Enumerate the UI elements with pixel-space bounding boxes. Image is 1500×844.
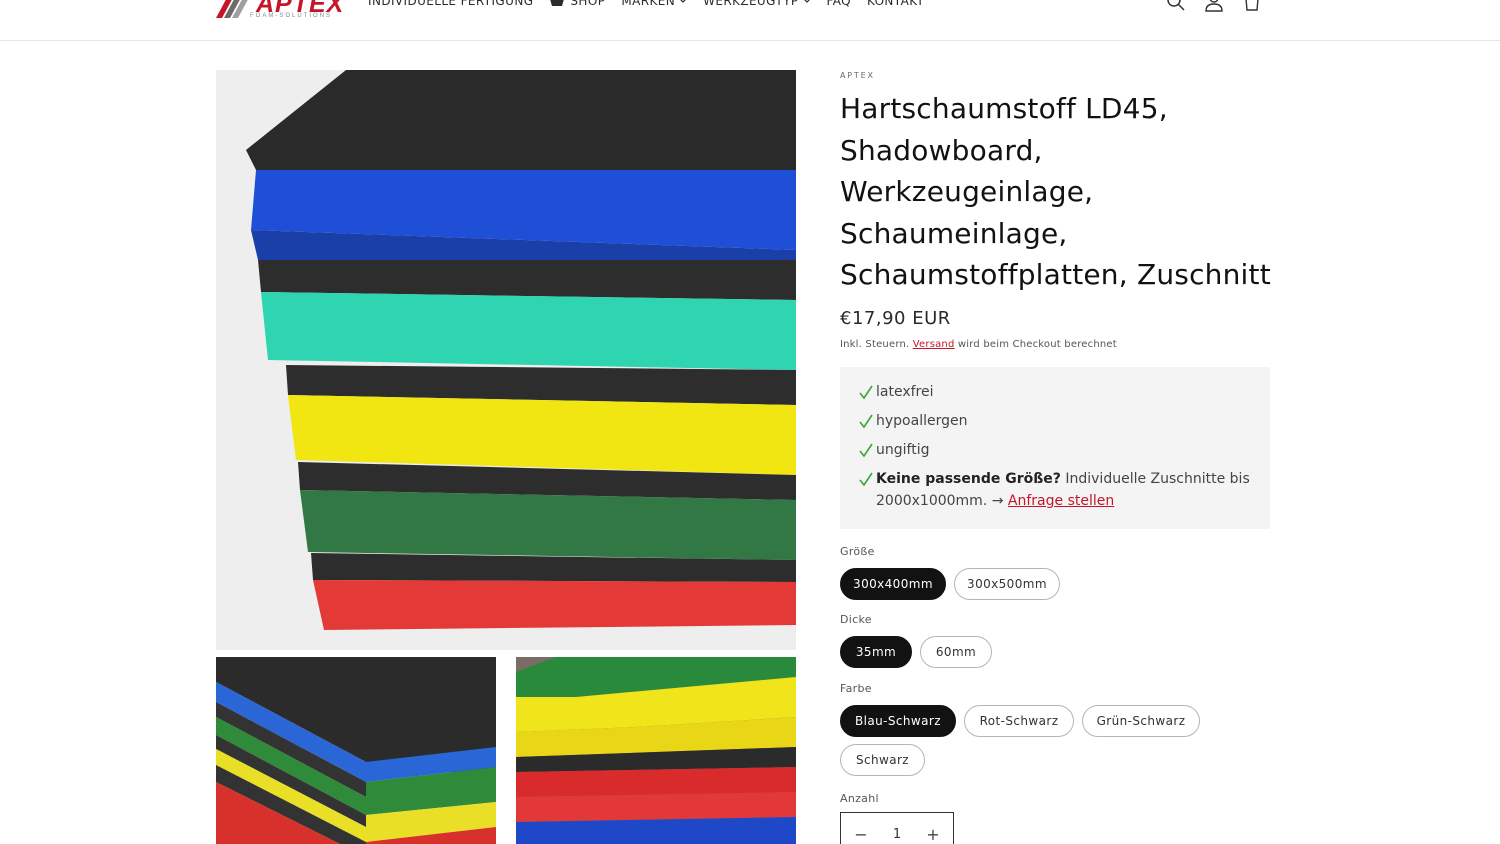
feature-box: latexfrei hypoallergen ungiftig Keine pa… xyxy=(840,367,1270,529)
site-header: APTEX FOAM-SOLUTIONS INDIVIDUELLE FERTIG… xyxy=(0,0,1500,41)
feature-text: latexfrei xyxy=(876,384,934,400)
nav-individuelle-fertigung[interactable]: INDIVIDUELLE FERTIGUNG xyxy=(368,0,533,8)
nav-faq[interactable]: FAQ xyxy=(827,0,851,8)
size-label: Größe xyxy=(840,545,875,558)
product-price: €17,90 EUR xyxy=(840,307,951,329)
color-option-blau-schwarz[interactable]: Blau-Schwarz xyxy=(840,705,956,737)
checkmark-icon xyxy=(859,385,873,400)
feature-item: hypoallergen xyxy=(856,410,1254,432)
nav-label: FAQ xyxy=(826,0,851,8)
product-title: Hartschaumstoff LD45, Shadowboard, Werkz… xyxy=(840,92,1271,291)
color-option-rot-schwarz[interactable]: Rot-Schwarz xyxy=(964,705,1074,737)
size-option-300x500[interactable]: 300x500mm xyxy=(954,568,1060,600)
product-thumbnail[interactable] xyxy=(516,657,796,844)
feature-bold: Keine passende Größe? xyxy=(876,471,1061,487)
quantity-stepper: − 1 + xyxy=(840,812,954,844)
header-icons xyxy=(1164,0,1278,12)
chevron-down-icon xyxy=(803,0,810,3)
tax-prefix: Inkl. Steuern. xyxy=(840,338,913,350)
color-label: Farbe xyxy=(840,682,872,695)
nav-kontakt[interactable]: KONTAKT xyxy=(867,0,924,8)
color-option-gruen-schwarz[interactable]: Grün-Schwarz xyxy=(1082,705,1200,737)
nav-werkzeugtyp[interactable]: WERKZEUGTYP xyxy=(703,0,810,8)
quantity-decrease-button[interactable]: − xyxy=(853,825,869,844)
tax-suffix: wird beim Checkout berechnet xyxy=(954,338,1117,350)
shipping-link[interactable]: Versand xyxy=(913,339,955,350)
search-icon[interactable] xyxy=(1164,0,1188,12)
product-thumbnail[interactable] xyxy=(216,657,496,844)
feature-item: latexfrei xyxy=(856,381,1254,403)
main-nav: INDIVIDUELLE FERTIGUNG SHOP MARKEN WERKZ… xyxy=(368,0,940,8)
nav-label: MARKEN xyxy=(621,0,676,8)
feature-text: Keine passende Größe? Individuelle Zusch… xyxy=(876,468,1254,512)
nav-label: KONTAKT xyxy=(866,0,925,8)
nav-label: WERKZEUGTYP xyxy=(703,0,799,8)
color-option-schwarz[interactable]: Schwarz xyxy=(840,744,925,776)
feature-item: ungiftig xyxy=(856,439,1254,461)
nav-marken[interactable]: MARKEN xyxy=(621,0,687,8)
chevron-down-icon xyxy=(680,0,686,3)
quantity-input[interactable]: 1 xyxy=(893,827,901,842)
tax-note: Inkl. Steuern. Versand wird beim Checkou… xyxy=(840,339,1272,350)
basket-icon xyxy=(550,0,565,6)
product-info: APTEX Hartschaumstoff LD45, Shadowboard,… xyxy=(840,70,1272,350)
checkmark-icon xyxy=(859,443,873,458)
thickness-label: Dicke xyxy=(840,613,872,626)
nav-label: SHOP xyxy=(570,0,606,8)
feature-text: hypoallergen xyxy=(876,413,968,429)
size-option-300x400[interactable]: 300x400mm xyxy=(840,568,946,600)
feature-item-custom-size: Keine passende Größe? Individuelle Zusch… xyxy=(856,468,1254,512)
checkmark-icon xyxy=(859,472,873,487)
product-main-image[interactable] xyxy=(216,70,796,650)
request-quote-link[interactable]: Anfrage stellen xyxy=(1008,493,1114,509)
nav-shop[interactable]: SHOP xyxy=(549,0,605,8)
account-icon[interactable] xyxy=(1202,0,1226,12)
quantity-increase-button[interactable]: + xyxy=(925,825,941,844)
checkmark-icon xyxy=(859,414,873,429)
thickness-option-35mm[interactable]: 35mm xyxy=(840,636,912,668)
feature-text: ungiftig xyxy=(876,442,930,458)
nav-label: INDIVIDUELLE FERTIGUNG xyxy=(368,0,534,8)
cart-icon[interactable] xyxy=(1240,0,1264,12)
thickness-option-60mm[interactable]: 60mm xyxy=(920,636,992,668)
logo-subtitle: FOAM-SOLUTIONS xyxy=(250,13,333,19)
quantity-label: Anzahl xyxy=(840,792,879,805)
product-vendor: APTEX xyxy=(840,71,875,80)
logo[interactable]: APTEX FOAM-SOLUTIONS xyxy=(216,0,343,20)
